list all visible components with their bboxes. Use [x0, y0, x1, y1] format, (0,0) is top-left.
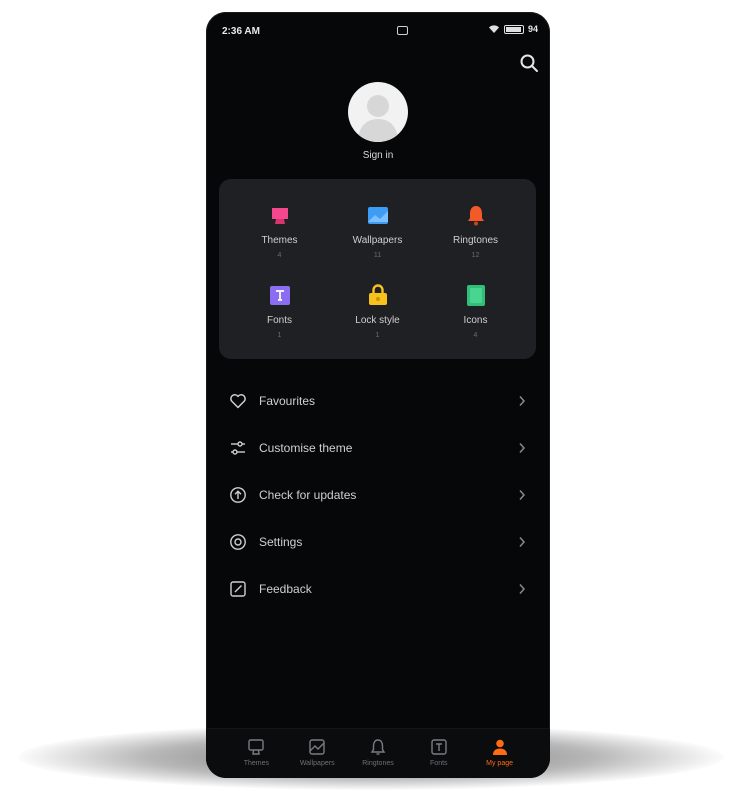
tab-label: Ringtones	[362, 760, 394, 767]
search-icon[interactable]	[518, 52, 540, 74]
chevron-right-icon	[519, 584, 526, 594]
tab-fonts[interactable]: Fonts	[408, 729, 469, 778]
tab-themes[interactable]: Themes	[226, 729, 287, 778]
menu-label: Favourites	[259, 394, 316, 408]
grid-label: Fonts	[266, 315, 292, 326]
fonts-tab-icon	[431, 739, 447, 755]
screen-record-icon	[397, 26, 408, 35]
update-icon	[230, 487, 246, 503]
chevron-right-icon	[519, 396, 526, 406]
tab-ringtones[interactable]: Ringtones	[348, 729, 409, 778]
menu-item-favourites[interactable]: Favourites	[206, 387, 550, 434]
grid-label: Wallpapers	[352, 235, 403, 246]
ringtones-icon	[467, 206, 484, 226]
feedback-icon	[230, 581, 246, 597]
grid-label: Lock style	[355, 315, 400, 326]
grid-count: 11	[373, 252, 382, 259]
status-indicators: 94	[488, 24, 538, 34]
menu-list: Favourites Customise theme Check for upd…	[206, 387, 550, 622]
menu-label: Feedback	[259, 582, 312, 596]
wifi-icon	[488, 25, 499, 33]
default-avatar-icon	[358, 95, 398, 142]
content-grid: Themes 4 Wallpapers 11 Ringtones 12 Font…	[219, 179, 536, 359]
grid-count: 4	[473, 332, 478, 339]
grid-count: 1	[375, 332, 380, 339]
menu-item-check-for-updates[interactable]: Check for updates	[206, 481, 550, 528]
themes-icon	[271, 208, 288, 224]
fonts-icon	[269, 286, 290, 305]
lock-style-icon	[368, 284, 387, 305]
status-bar: 2:36 AM 94	[206, 12, 550, 52]
menu-item-settings[interactable]: Settings	[206, 528, 550, 575]
grid-label: Icons	[463, 315, 488, 326]
tab-label: Wallpapers	[299, 760, 335, 767]
bottom-tab-bar: Themes Wallpapers Ringtones Fonts My pag…	[206, 728, 550, 778]
grid-item-lock-style[interactable]: Lock style 1	[325, 283, 430, 339]
menu-label: Customise theme	[259, 441, 353, 455]
tab-wallpapers[interactable]: Wallpapers	[287, 729, 348, 778]
tab-label: My page	[486, 760, 514, 767]
grid-item-icons[interactable]: Icons 4	[423, 283, 528, 339]
grid-item-fonts[interactable]: Fonts 1	[227, 283, 332, 339]
avatar[interactable]	[348, 82, 408, 142]
chevron-right-icon	[519, 443, 526, 453]
grid-count: 1	[277, 332, 282, 339]
battery-percent: 94	[527, 24, 538, 34]
status-time: 2:36 AM	[222, 26, 260, 37]
menu-item-feedback[interactable]: Feedback	[206, 575, 550, 622]
grid-count: 4	[277, 252, 282, 259]
heart-icon	[230, 394, 246, 409]
sliders-icon	[231, 441, 245, 455]
tab-label: Themes	[243, 760, 270, 767]
phone-screen: 2:36 AM 94 Sign in Themes 4 Wallpapers 1…	[206, 12, 550, 778]
menu-label: Check for updates	[259, 488, 357, 502]
grid-item-wallpapers[interactable]: Wallpapers 11	[325, 203, 430, 259]
menu-item-customise-theme[interactable]: Customise theme	[206, 434, 550, 481]
tab-label: Fonts	[430, 760, 448, 767]
grid-label: Ringtones	[452, 235, 499, 246]
wallpapers-tab-icon	[309, 739, 325, 755]
grid-item-ringtones[interactable]: Ringtones 12	[423, 203, 528, 259]
ringtones-tab-icon	[370, 739, 386, 755]
chevron-right-icon	[519, 490, 526, 500]
chevron-right-icon	[519, 537, 526, 547]
my-page-tab-icon	[492, 739, 507, 755]
wallpapers-icon	[367, 207, 388, 224]
menu-label: Settings	[259, 535, 303, 549]
themes-tab-icon	[248, 739, 265, 755]
settings-icon	[230, 534, 246, 550]
tab-my-page[interactable]: My page	[469, 729, 530, 778]
grid-item-themes[interactable]: Themes 4	[227, 203, 332, 259]
battery-icon	[503, 24, 524, 34]
grid-label: Themes	[261, 235, 298, 246]
icons-icon	[466, 285, 485, 306]
grid-count: 12	[471, 252, 480, 259]
sign-in-link[interactable]: Sign in	[206, 150, 550, 161]
